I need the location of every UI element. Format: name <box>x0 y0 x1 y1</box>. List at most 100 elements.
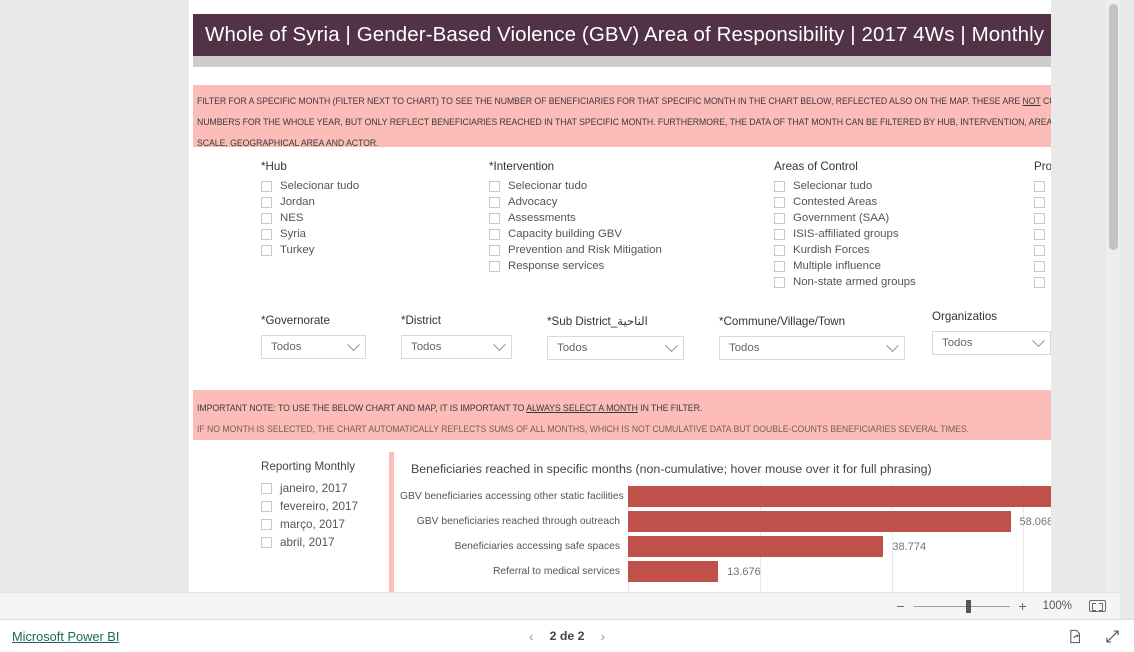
important-note-line-2: IF NO MONTH IS SELECTED, THE CHART AUTOM… <box>197 423 970 434</box>
chart-title: Beneficiaries reached in specific months… <box>411 462 932 476</box>
zoom-out-button[interactable]: − <box>894 598 908 614</box>
report-footer: Microsoft Power BI ‹ 2 de 2 › <box>0 619 1134 652</box>
slicer-hub-item[interactable]: NES <box>261 210 359 226</box>
next-page-button[interactable]: › <box>584 628 621 644</box>
checkbox-icon[interactable] <box>1034 228 1045 240</box>
slicer-district-dropdown[interactable]: Todos <box>401 335 512 359</box>
checkbox-icon[interactable] <box>261 212 272 224</box>
slicer-areas-of-control-item[interactable]: ISIS-affiliated groups <box>774 226 916 242</box>
instructions-line-1: FILTER FOR A SPECIFIC MONTH (FILTER NEXT… <box>197 95 1120 106</box>
report-canvas: Whole of Syria | Gender-Based Violence (… <box>189 0 1120 600</box>
checkbox-icon[interactable] <box>1034 180 1045 192</box>
checkbox-icon[interactable] <box>489 228 500 240</box>
page-scrollbar[interactable] <box>1106 0 1120 600</box>
checkbox-icon[interactable] <box>774 260 785 272</box>
chart-bar[interactable] <box>628 536 884 557</box>
checkbox-icon[interactable] <box>261 180 272 192</box>
slicer-intervention-item[interactable]: Prevention and Risk Mitigation <box>489 242 662 258</box>
zoom-slider-thumb[interactable] <box>965 599 971 613</box>
zoom-in-button[interactable]: + <box>1016 598 1030 614</box>
slicer-areas-of-control-item[interactable]: Selecionar tudo <box>774 178 916 194</box>
chevron-down-icon[interactable] <box>886 338 899 352</box>
chart-bar-row[interactable]: Beneficiaries accessing safe spaces 38.77… <box>400 534 1120 559</box>
share-icon[interactable] <box>1068 629 1083 644</box>
chevron-down-icon[interactable] <box>347 337 360 351</box>
slicer-areas-of-control-title: Areas of Control <box>774 160 858 173</box>
slicer-intervention-item[interactable]: Capacity building GBV <box>489 226 662 242</box>
slicer-organizations-dropdown[interactable]: Todos <box>932 331 1051 355</box>
fit-to-page-icon[interactable] <box>1089 600 1106 612</box>
title-underbar <box>193 56 1080 67</box>
page-scrollbar-thumb[interactable] <box>1109 4 1118 250</box>
chevron-down-icon[interactable] <box>1032 333 1045 347</box>
chart-bar[interactable] <box>628 511 1011 532</box>
checkbox-icon[interactable] <box>774 228 785 240</box>
slicer-month-item[interactable]: abril, 2017 <box>261 533 358 551</box>
chart-bar-row[interactable]: Referral to medical services 13.676 <box>400 559 1120 584</box>
slicer-commune-dropdown[interactable]: Todos <box>719 336 905 360</box>
zoom-slider[interactable] <box>913 599 1010 613</box>
slicer-month-item[interactable]: janeiro, 2017 <box>261 479 358 497</box>
checkbox-icon[interactable] <box>1034 196 1045 208</box>
checkbox-icon[interactable] <box>774 244 785 256</box>
checkbox-icon[interactable] <box>1034 276 1045 288</box>
slicer-areas-of-control-item[interactable]: Multiple influence <box>774 258 916 274</box>
slicer-intervention-item[interactable]: Assessments <box>489 210 662 226</box>
slicer-governorate-dropdown[interactable]: Todos <box>261 335 366 359</box>
checkbox-icon[interactable] <box>774 180 785 192</box>
checkbox-icon[interactable] <box>489 180 500 192</box>
slicer-hub-item[interactable]: Syria <box>261 226 359 242</box>
slicer-organizations-label: Organizatios <box>932 310 998 323</box>
chart-bar-row[interactable]: GBV beneficiaries accessing other static… <box>400 484 1120 509</box>
page-title: Whole of Syria | Gender-Based Violence (… <box>205 23 1094 46</box>
slicer-hub-item[interactable]: Selecionar tudo <box>261 178 359 194</box>
checkbox-icon[interactable] <box>261 482 272 494</box>
checkbox-icon[interactable] <box>261 228 272 240</box>
slicer-areas-of-control-item[interactable]: Government (SAA) <box>774 210 916 226</box>
slicer-intervention-title: *Intervention <box>489 160 555 173</box>
page-navigation: ‹ 2 de 2 › <box>0 628 1134 644</box>
chevron-down-icon[interactable] <box>493 337 506 351</box>
slicer-reporting-monthly: Reporting Monthly janeiro, 2017 fevereir… <box>261 460 358 551</box>
slicer-sub-district-dropdown[interactable]: Todos <box>547 336 684 360</box>
slicer-sub-district: *Sub District_الناحية Todos <box>547 314 684 360</box>
slicer-areas-of-control-item[interactable]: Non-state armed groups <box>774 274 916 290</box>
previous-page-button[interactable]: ‹ <box>513 628 550 644</box>
fullscreen-icon[interactable] <box>1105 629 1120 644</box>
checkbox-icon[interactable] <box>261 518 272 530</box>
slicer-organizations-value: Todos <box>942 337 973 349</box>
checkbox-icon[interactable] <box>1034 212 1045 224</box>
chart-bar[interactable] <box>628 561 719 582</box>
slicer-month-item[interactable]: março, 2017 <box>261 515 358 533</box>
checkbox-icon[interactable] <box>774 276 785 288</box>
checkbox-icon[interactable] <box>774 212 785 224</box>
checkbox-icon[interactable] <box>261 536 272 548</box>
checkbox-icon[interactable] <box>261 500 272 512</box>
beneficiaries-bar-chart[interactable]: Beneficiaries reached in specific months… <box>400 452 1120 600</box>
checkbox-icon[interactable] <box>774 196 785 208</box>
checkbox-icon[interactable] <box>489 260 500 272</box>
slicer-intervention-item[interactable]: Advocacy <box>489 194 662 210</box>
footer-actions <box>1068 629 1120 644</box>
chart-bar[interactable] <box>628 486 1094 507</box>
slicer-intervention-item[interactable]: Response services <box>489 258 662 274</box>
slicer-areas-of-control-item[interactable]: Kurdish Forces <box>774 242 916 258</box>
slicer-intervention-item[interactable]: Selecionar tudo <box>489 178 662 194</box>
slicer-hub-item[interactable]: Jordan <box>261 194 359 210</box>
checkbox-icon[interactable] <box>261 196 272 208</box>
slicer-month-item[interactable]: fevereiro, 2017 <box>261 497 358 515</box>
chart-bar-track: 70.731 <box>628 484 1120 509</box>
checkbox-icon[interactable] <box>489 212 500 224</box>
slicer-governorate: *Governorate Todos <box>261 314 366 359</box>
checkbox-icon[interactable] <box>1034 260 1045 272</box>
chart-bar-row[interactable]: GBV beneficiaries reached through outrea… <box>400 509 1120 534</box>
instructions-line-3: SCALE, GEOGRAPHICAL AREA AND ACTOR. <box>197 137 379 148</box>
checkbox-icon[interactable] <box>261 244 272 256</box>
slicer-hub-item[interactable]: Turkey <box>261 242 359 258</box>
checkbox-icon[interactable] <box>489 244 500 256</box>
slicer-hub-title: *Hub <box>261 160 287 173</box>
checkbox-icon[interactable] <box>489 196 500 208</box>
chevron-down-icon[interactable] <box>665 338 678 352</box>
checkbox-icon[interactable] <box>1034 244 1045 256</box>
slicer-areas-of-control-item[interactable]: Contested Areas <box>774 194 916 210</box>
